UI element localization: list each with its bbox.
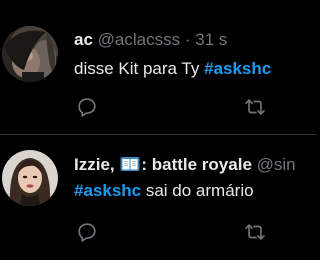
hashtag-link[interactable]: #askshc xyxy=(74,181,141,200)
avatar-photo xyxy=(2,26,58,82)
display-name-part: Izzie, xyxy=(74,155,120,174)
tweet[interactable]: Izzie, : battle royale @sin #askshc sai … xyxy=(0,135,317,260)
retweet-icon[interactable] xyxy=(244,221,266,243)
avatar[interactable] xyxy=(2,26,58,82)
tweet[interactable]: ac @aclacsss · 31 s disse Kit para Ty #a… xyxy=(0,0,317,134)
hashtag-link[interactable]: #askshc xyxy=(204,59,271,78)
tweet-header: ac @aclacsss · 31 s xyxy=(74,30,227,50)
reply-icon[interactable] xyxy=(76,221,98,243)
username[interactable]: @aclacsss xyxy=(98,30,180,49)
tweet-text: disse Kit para Ty #askshc xyxy=(74,59,271,79)
tweet-text-plain: disse Kit para Ty xyxy=(74,59,205,78)
avatar[interactable] xyxy=(2,150,58,206)
timestamp[interactable]: 31 s xyxy=(195,30,227,49)
retweet-icon[interactable] xyxy=(244,96,266,118)
tweet-text-plain: sai do armário xyxy=(141,181,254,200)
separator-dot: · xyxy=(184,30,191,49)
tweet-header: Izzie, : battle royale @sin xyxy=(74,155,296,175)
display-name[interactable]: Izzie, : battle royale xyxy=(74,155,252,174)
avatar-photo xyxy=(2,150,58,206)
username[interactable]: @sin xyxy=(257,155,296,174)
reply-icon[interactable] xyxy=(76,96,98,118)
open-book-icon xyxy=(120,157,140,171)
display-name[interactable]: ac xyxy=(74,30,93,49)
display-name-part: : battle royale xyxy=(141,155,252,174)
tweet-text: #askshc sai do armário xyxy=(74,181,254,201)
